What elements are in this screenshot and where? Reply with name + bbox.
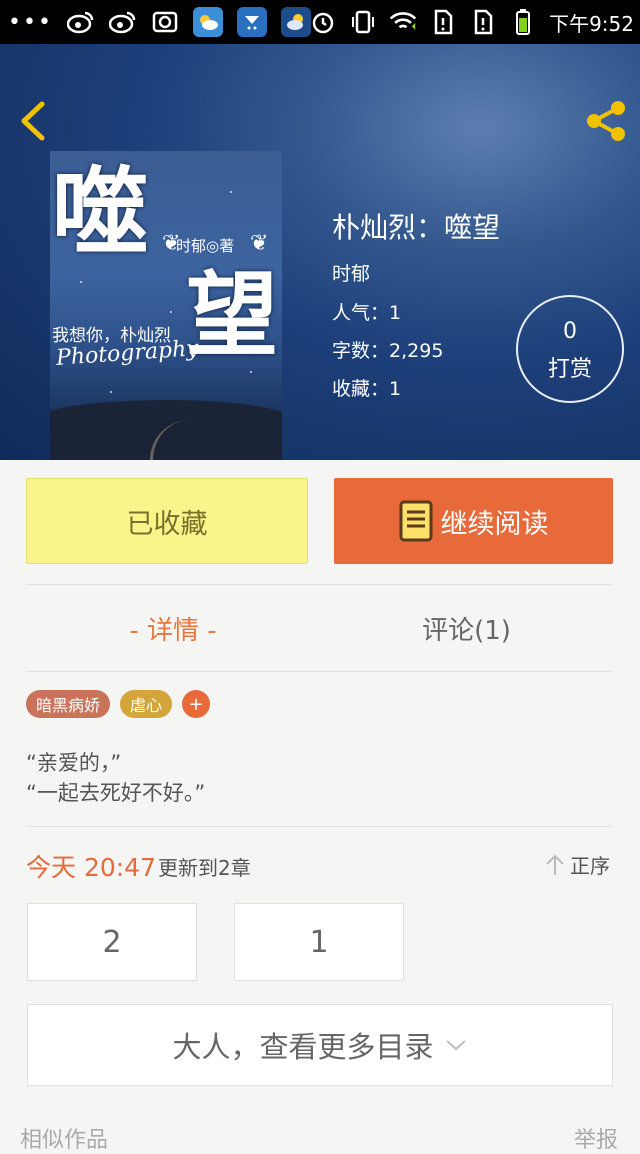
word-count-label: 字数： <box>332 340 390 362</box>
synopsis-line: “一起去死好不好。” <box>26 781 206 805</box>
sort-button[interactable]: 正序 <box>544 850 610 879</box>
update-text: 更新到2章 <box>158 856 251 880</box>
status-time: 下午9:52 <box>549 11 634 36</box>
chevron-left-icon <box>21 101 45 141</box>
weibo-icon <box>108 8 137 36</box>
share-icon <box>587 101 625 141</box>
weather-app-icon <box>280 7 311 37</box>
similar-works-title: 相似作品 <box>20 1128 109 1153</box>
tag-list: 暗黑病娇 虐心 + <box>26 690 211 718</box>
book-icon <box>399 500 432 542</box>
more-catalog-label: 大人，查看更多目录 <box>172 1030 434 1064</box>
screenshot-icon <box>151 8 179 36</box>
add-tag-button[interactable]: + <box>182 690 211 718</box>
collected-label: 已收藏 <box>126 508 208 540</box>
divider <box>26 826 613 827</box>
chevron-down-icon <box>445 1040 466 1051</box>
sort-label: 正序 <box>570 854 610 878</box>
vibrate-icon <box>349 8 377 36</box>
favorites-stat: 收藏：1 <box>332 374 401 401</box>
laurel-right-icon: ❦ <box>250 231 269 256</box>
tip-button[interactable]: 0 打赏 <box>516 295 624 403</box>
tip-label: 打赏 <box>547 357 592 382</box>
book-author[interactable]: 时郁 <box>332 259 370 286</box>
book-header: 噬 ❦ 时郁◎著 ❦ 望 我想你，朴灿烈 Photography 朴灿烈：噬望 … <box>0 44 640 460</box>
collected-button[interactable]: 已收藏 <box>26 478 308 564</box>
report-link[interactable]: 举报 <box>574 1122 618 1154</box>
divider <box>26 584 613 585</box>
word-count-stat: 字数：2,295 <box>332 336 443 363</box>
book-title: 朴灿烈：噬望 <box>332 211 501 244</box>
favorites-value: 1 <box>389 378 402 400</box>
synopsis: “亲爱的，” “一起去死好不好。” <box>26 748 205 808</box>
continue-reading-label: 继续阅读 <box>440 508 549 540</box>
book-cover[interactable]: 噬 ❦ 时郁◎著 ❦ 望 我想你，朴灿烈 Photography <box>50 151 282 460</box>
more-dots-icon: ••• <box>8 9 53 35</box>
chapter-box[interactable]: 2 <box>27 903 197 981</box>
wifi-icon <box>389 8 417 36</box>
weather-app-icon <box>192 7 223 37</box>
tag-item[interactable]: 暗黑病娇 <box>26 690 111 718</box>
cover-title-char-1: 噬 <box>52 156 148 269</box>
tip-count: 0 <box>563 319 577 344</box>
share-button[interactable] <box>580 96 630 146</box>
tab-comments[interactable]: 评论(1) <box>320 610 613 647</box>
word-count-value: 2,295 <box>389 340 444 362</box>
sim1-icon <box>429 8 457 36</box>
status-bar-left-icons: ••• <box>8 0 311 44</box>
battery-icon <box>509 8 537 36</box>
chapter-box[interactable]: 1 <box>234 903 404 981</box>
popularity-label: 人气： <box>332 302 390 324</box>
weather-app-icon <box>236 7 267 37</box>
update-time: 今天 20:47 <box>26 853 156 882</box>
tag-item[interactable]: 虐心 <box>120 690 173 718</box>
arrow-up-icon <box>546 854 564 875</box>
cover-title-char-2: 望 <box>186 261 279 369</box>
cover-author-badge: 时郁◎著 <box>176 237 235 255</box>
status-bar: ••• 下午9:52 <box>0 0 640 44</box>
divider <box>26 671 613 672</box>
status-bar-right-icons: 下午9:52 <box>309 0 634 44</box>
popularity-stat: 人气：1 <box>332 298 401 325</box>
sim2-icon <box>469 8 497 36</box>
popularity-value: 1 <box>389 302 402 324</box>
tab-details[interactable]: - 详情 - <box>26 610 320 647</box>
more-catalog-button[interactable]: 大人，查看更多目录 <box>27 1004 613 1086</box>
alarm-icon <box>309 8 337 36</box>
favorites-label: 收藏： <box>332 378 390 400</box>
continue-reading-button[interactable]: 继续阅读 <box>334 478 613 564</box>
synopsis-line: “亲爱的，” <box>26 751 122 775</box>
weibo-icon <box>66 8 95 36</box>
back-button[interactable] <box>14 96 54 146</box>
